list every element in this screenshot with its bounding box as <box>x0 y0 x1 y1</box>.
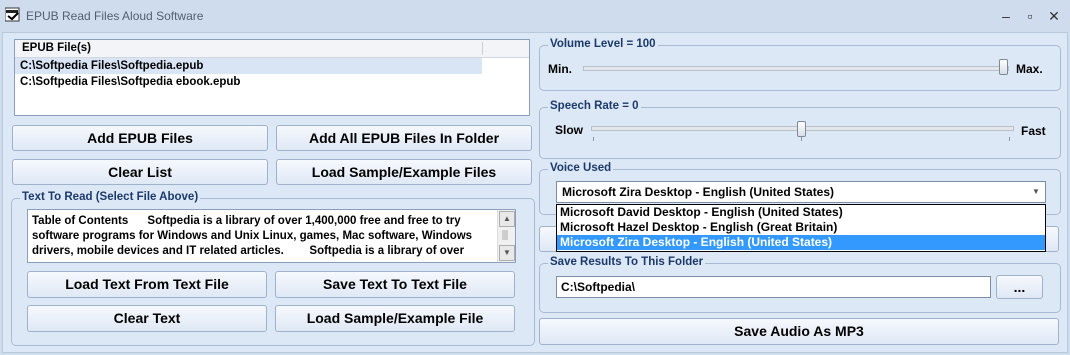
volume-slider-track[interactable] <box>583 66 1009 71</box>
close-button[interactable]: ✕ <box>1042 6 1066 26</box>
app-icon <box>5 7 20 22</box>
voice-label: Voice Used <box>548 162 614 174</box>
save-folder-label: Save Results To This Folder <box>548 256 706 268</box>
chevron-down-icon[interactable]: ▼ <box>1028 183 1044 201</box>
voice-option[interactable]: Microsoft David Desktop - English (Unite… <box>557 205 1045 220</box>
speech-rate-slider-thumb[interactable] <box>797 121 806 137</box>
minimize-button[interactable]: – <box>994 6 1018 26</box>
volume-max-label: Max. <box>1016 62 1043 76</box>
load-text-file-button[interactable]: Load Text From Text File <box>27 271 267 298</box>
scroll-up-icon[interactable]: ▲ <box>499 211 515 227</box>
text-to-read-content[interactable]: Table of Contents Softpedia is a library… <box>32 214 498 260</box>
voice-option[interactable]: Microsoft Hazel Desktop - English (Great… <box>557 220 1045 235</box>
main-window: EPUB File(s) C:\Softpedia Files\Softpedi… <box>2 32 1068 353</box>
window-title: EPUB Read Files Aloud Software <box>26 9 204 23</box>
text-to-read-label: Text To Read (Select File Above) <box>20 191 201 203</box>
voice-dropdown-list[interactable]: Microsoft David Desktop - English (Unite… <box>556 204 1046 252</box>
title-bar: EPUB Read Files Aloud Software – ▫ ✕ <box>0 0 1070 32</box>
text-to-read-box[interactable]: Table of Contents Softpedia is a library… <box>27 209 516 263</box>
clear-list-button[interactable]: Clear List <box>12 159 268 185</box>
maximize-button[interactable]: ▫ <box>1018 6 1042 26</box>
voice-select[interactable]: Microsoft Zira Desktop - English (United… <box>556 181 1046 203</box>
scroll-down-icon[interactable]: ▼ <box>499 245 515 261</box>
save-folder-input[interactable]: C:\Softpedia\ <box>556 276 991 298</box>
add-epub-files-button[interactable]: Add EPUB Files <box>12 125 268 151</box>
load-sample-files-button[interactable]: Load Sample/Example Files <box>276 159 532 185</box>
clear-text-button[interactable]: Clear Text <box>27 305 267 332</box>
add-folder-button[interactable]: Add All EPUB Files In Folder <box>276 125 532 151</box>
save-text-file-button[interactable]: Save Text To Text File <box>275 271 515 298</box>
volume-min-label: Min. <box>548 62 572 76</box>
file-list-row[interactable]: C:\Softpedia Files\Softpedia ebook.epub <box>15 74 529 90</box>
file-list-header[interactable]: EPUB File(s) <box>15 40 529 58</box>
text-scrollbar[interactable]: ▲ ▼ <box>497 210 515 262</box>
file-list-row[interactable]: C:\Softpedia Files\Softpedia.epub <box>15 58 482 74</box>
speech-fast-label: Fast <box>1021 124 1046 138</box>
volume-slider-thumb[interactable] <box>999 59 1008 75</box>
speech-rate-label: Speech Rate = 0 <box>548 100 641 112</box>
volume-label: Volume Level = 100 <box>548 38 658 50</box>
speech-slow-label: Slow <box>555 123 584 137</box>
voice-option[interactable]: Microsoft Zira Desktop - English (United… <box>557 235 1045 250</box>
save-audio-mp3-button[interactable]: Save Audio As MP3 <box>539 318 1059 345</box>
load-sample-file-button[interactable]: Load Sample/Example File <box>275 305 515 332</box>
browse-button[interactable]: ... <box>996 275 1043 299</box>
scroll-thumb[interactable] <box>502 230 508 240</box>
epub-file-list[interactable]: EPUB File(s) C:\Softpedia Files\Softpedi… <box>14 39 530 116</box>
